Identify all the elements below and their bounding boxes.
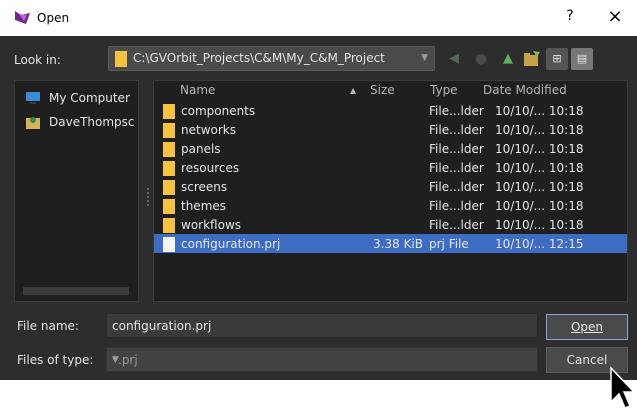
file-date: 10/10/... 10:18 (495, 123, 584, 137)
file-row[interactable]: panels File...lder 10/10/... 10:18 (154, 139, 627, 158)
file-name: panels (181, 142, 221, 156)
window-title: Open (37, 11, 70, 25)
look-in-label: Look in: (14, 53, 61, 67)
file-name: screens (181, 180, 228, 194)
help-button[interactable]: ? (560, 8, 580, 28)
file-name: components (181, 104, 256, 118)
folder-icon (163, 123, 175, 138)
file-list: Name ▲ Size Type Date Modified component… (153, 80, 628, 302)
sidebar: My Computer DaveThompsc (14, 80, 139, 302)
sidebar-item-label: My Computer (49, 91, 130, 105)
chevron-down-icon: ▼ (421, 53, 428, 63)
file-type: File...lder (429, 142, 484, 156)
column-header-size[interactable]: Size (370, 83, 395, 97)
chevron-down-icon: ▼ (112, 355, 119, 365)
folder-icon (163, 104, 175, 119)
app-icon (15, 11, 30, 24)
file-type: File...lder (429, 218, 484, 232)
file-name: workflows (181, 218, 242, 232)
file-date: 10/10/... 12:15 (495, 237, 584, 251)
open-dialog: Look in: C:\GVOrbit_Projects\C&M\My_C&M_… (0, 36, 637, 409)
file-name-label: File name: (17, 319, 79, 333)
file-type: File...lder (429, 123, 484, 137)
folder-icon (115, 51, 127, 67)
folder-icon (163, 218, 175, 233)
file-type: File...lder (429, 180, 484, 194)
open-button-label: Open (570, 320, 604, 334)
column-header-name[interactable]: Name (180, 83, 215, 97)
file-row[interactable]: workflows File...lder 10/10/... 10:18 (154, 215, 627, 234)
file-name: resources (181, 161, 240, 175)
file-type: File...lder (429, 161, 484, 175)
sidebar-scrollbar[interactable] (23, 287, 129, 295)
file-row[interactable]: networks File...lder 10/10/... 10:18 (154, 120, 627, 139)
new-folder-icon[interactable] (521, 48, 543, 70)
splitter-handle[interactable] (146, 186, 150, 208)
up-arrow-icon[interactable]: ▲ (497, 48, 519, 70)
title-bar: Open ? × (0, 0, 637, 36)
folder-icon (163, 142, 175, 157)
files-of-type-combo[interactable]: *.prj ▼ (106, 347, 538, 372)
column-header-date[interactable]: Date Modified (483, 83, 567, 97)
look-in-combo[interactable]: C:\GVOrbit_Projects\C&M\My_C&M_Project ▼ (108, 46, 435, 71)
list-view-icon[interactable]: ⊞ (546, 48, 568, 70)
mouse-cursor-icon (610, 366, 635, 409)
file-type: prj File (429, 237, 469, 251)
file-list-header: Name ▲ Size Type Date Modified (154, 81, 627, 99)
current-path: C:\GVOrbit_Projects\C&M\My_C&M_Project (133, 51, 385, 65)
file-row[interactable]: components File...lder 10/10/... 10:18 (154, 101, 627, 120)
file-type: File...lder (429, 199, 484, 213)
computer-icon (26, 92, 40, 104)
detail-view-icon[interactable]: ▤ (571, 48, 593, 70)
file-name-field[interactable]: configuration.prj (106, 313, 538, 338)
folder-icon (163, 180, 175, 195)
document-icon (163, 237, 175, 252)
file-name: themes (181, 199, 227, 213)
user-folder-icon (26, 117, 40, 129)
file-row[interactable]: themes File...lder 10/10/... 10:18 (154, 196, 627, 215)
file-row[interactable]: resources File...lder 10/10/... 10:18 (154, 158, 627, 177)
sort-up-icon: ▲ (350, 86, 357, 95)
file-type: File...lder (429, 104, 484, 118)
file-name-value: configuration.prj (112, 319, 212, 333)
file-date: 10/10/... 10:18 (495, 142, 584, 156)
close-button[interactable]: × (603, 6, 627, 30)
file-row[interactable]: screens File...lder 10/10/... 10:18 (154, 177, 627, 196)
file-date: 10/10/... 10:18 (495, 161, 584, 175)
file-date: 10/10/... 10:18 (495, 199, 584, 213)
file-row-selected[interactable]: configuration.prj 3.38 KiB prj File 10/1… (154, 234, 627, 253)
folder-icon (163, 161, 175, 176)
file-name: networks (181, 123, 236, 137)
open-button[interactable]: Open (546, 314, 628, 340)
folder-icon (163, 199, 175, 214)
file-name: configuration.prj (181, 237, 281, 251)
file-date: 10/10/... 10:18 (495, 180, 584, 194)
file-date: 10/10/... 10:18 (495, 104, 584, 118)
back-arrow-icon[interactable]: ◀ (443, 48, 465, 70)
file-date: 10/10/... 10:18 (495, 218, 584, 232)
column-header-type[interactable]: Type (430, 83, 458, 97)
files-of-type-label: Files of type: (17, 353, 94, 367)
sidebar-item-label: DaveThompsc (49, 115, 135, 129)
forward-arrow-icon[interactable]: ● (470, 48, 492, 70)
file-size: 3.38 KiB (373, 237, 423, 251)
